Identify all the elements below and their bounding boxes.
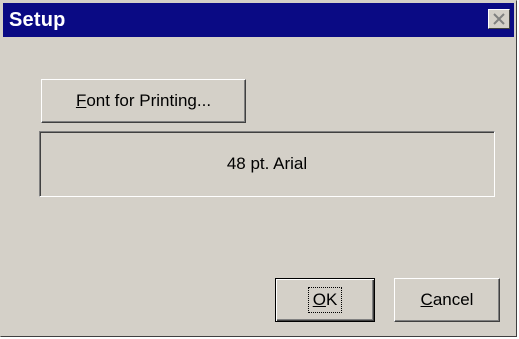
close-button[interactable] [488, 9, 510, 29]
ok-button[interactable]: OK [275, 278, 375, 322]
window-title: Setup [9, 9, 66, 31]
selected-font-value: 48 pt. Arial [226, 154, 308, 173]
font-for-printing-button[interactable]: Font for Printing... [41, 79, 246, 123]
ok-label: OK [307, 287, 343, 313]
cancel-button[interactable]: Cancel [394, 278, 500, 322]
font-for-printing-label: Font for Printing... [75, 91, 212, 110]
cancel-label: Cancel [420, 290, 474, 309]
setup-dialog: Setup Font for Printing... 48 pt. Arial … [0, 0, 517, 337]
title-bar[interactable]: Setup [3, 3, 514, 37]
close-icon [493, 13, 505, 25]
selected-font-display: 48 pt. Arial [39, 131, 495, 197]
